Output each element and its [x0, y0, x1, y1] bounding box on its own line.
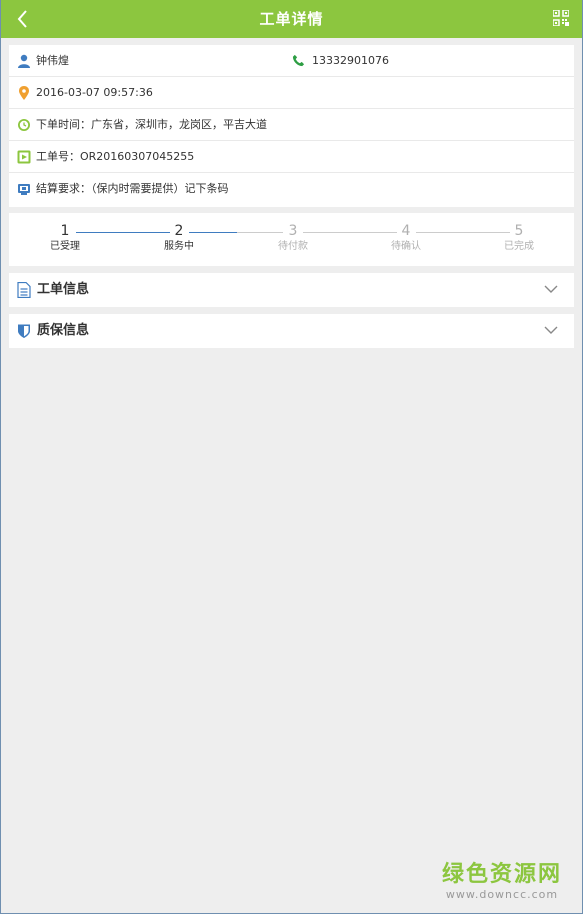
watermark: 绿色资源网 www.downcc.com [442, 862, 562, 901]
step-label: 已完成 [504, 241, 534, 252]
step-2: 2 服务中 [149, 222, 209, 254]
chevron-down-icon[interactable] [544, 325, 558, 335]
step-number: 3 [288, 223, 298, 239]
order-number: 工单号：OR20160307045255 [36, 150, 195, 163]
page-title: 工单详情 [259, 10, 324, 28]
step-label: 已受理 [50, 241, 80, 252]
step-5: 5 已完成 [489, 222, 549, 254]
step-number: 4 [401, 223, 411, 239]
location-pin-icon [19, 86, 29, 100]
step-3: 3 待付款 [263, 222, 323, 254]
customer-row: 钟伟煌 13332901076 [9, 45, 574, 77]
play-icon [17, 150, 31, 164]
customer-phone[interactable]: 13332901076 [312, 45, 389, 77]
shield-icon [18, 324, 30, 338]
address-row: 下单时间：广东省，深圳市，龙岗区，平吉大道 [9, 109, 574, 141]
step-label: 待付款 [278, 241, 308, 252]
step-connector [189, 232, 237, 233]
order-number-row: 工单号：OR20160307045255 [9, 141, 574, 173]
step-number: 5 [514, 223, 524, 239]
user-icon [18, 54, 30, 68]
progress-steps: 1 已受理 2 服务中 3 待付款 4 待确认 5 已完成 [9, 213, 574, 266]
phone-icon[interactable] [292, 54, 305, 67]
step-4: 4 待确认 [376, 222, 436, 254]
settlement-icon [18, 184, 30, 195]
step-number: 2 [174, 223, 184, 239]
order-datetime: 2016-03-07 09:57:36 [36, 86, 153, 99]
clock-icon [18, 119, 30, 131]
settlement-row: 结算要求：（保内时需要提供）记下条码 [9, 173, 574, 205]
warranty-info-title: 质保信息 [37, 323, 90, 338]
step-label: 服务中 [164, 241, 194, 252]
qr-code-icon[interactable] [553, 10, 569, 26]
order-address: 下单时间：广东省，深圳市，龙岗区，平吉大道 [36, 118, 267, 131]
customer-name: 钟伟煌 [36, 54, 69, 67]
top-bar: 工单详情 [1, 0, 582, 38]
watermark-title: 绿色资源网 [441, 862, 562, 887]
document-icon [17, 282, 31, 298]
settlement-requirement: 结算要求：（保内时需要提供）记下条码 [36, 182, 229, 195]
chevron-down-icon[interactable] [544, 284, 558, 294]
customer-info-card: 钟伟煌 13332901076 2016-03-07 09:57:36 下单时间… [9, 45, 574, 207]
order-info-title: 工单信息 [37, 282, 90, 297]
warranty-info-section[interactable]: 质保信息 [9, 314, 574, 348]
step-number: 1 [60, 223, 70, 239]
step-1: 1 已受理 [35, 222, 95, 254]
watermark-url: www.downcc.com [445, 888, 559, 901]
order-info-section[interactable]: 工单信息 [9, 273, 574, 307]
step-label: 待确认 [391, 241, 421, 252]
datetime-row: 2016-03-07 09:57:36 [9, 77, 574, 109]
